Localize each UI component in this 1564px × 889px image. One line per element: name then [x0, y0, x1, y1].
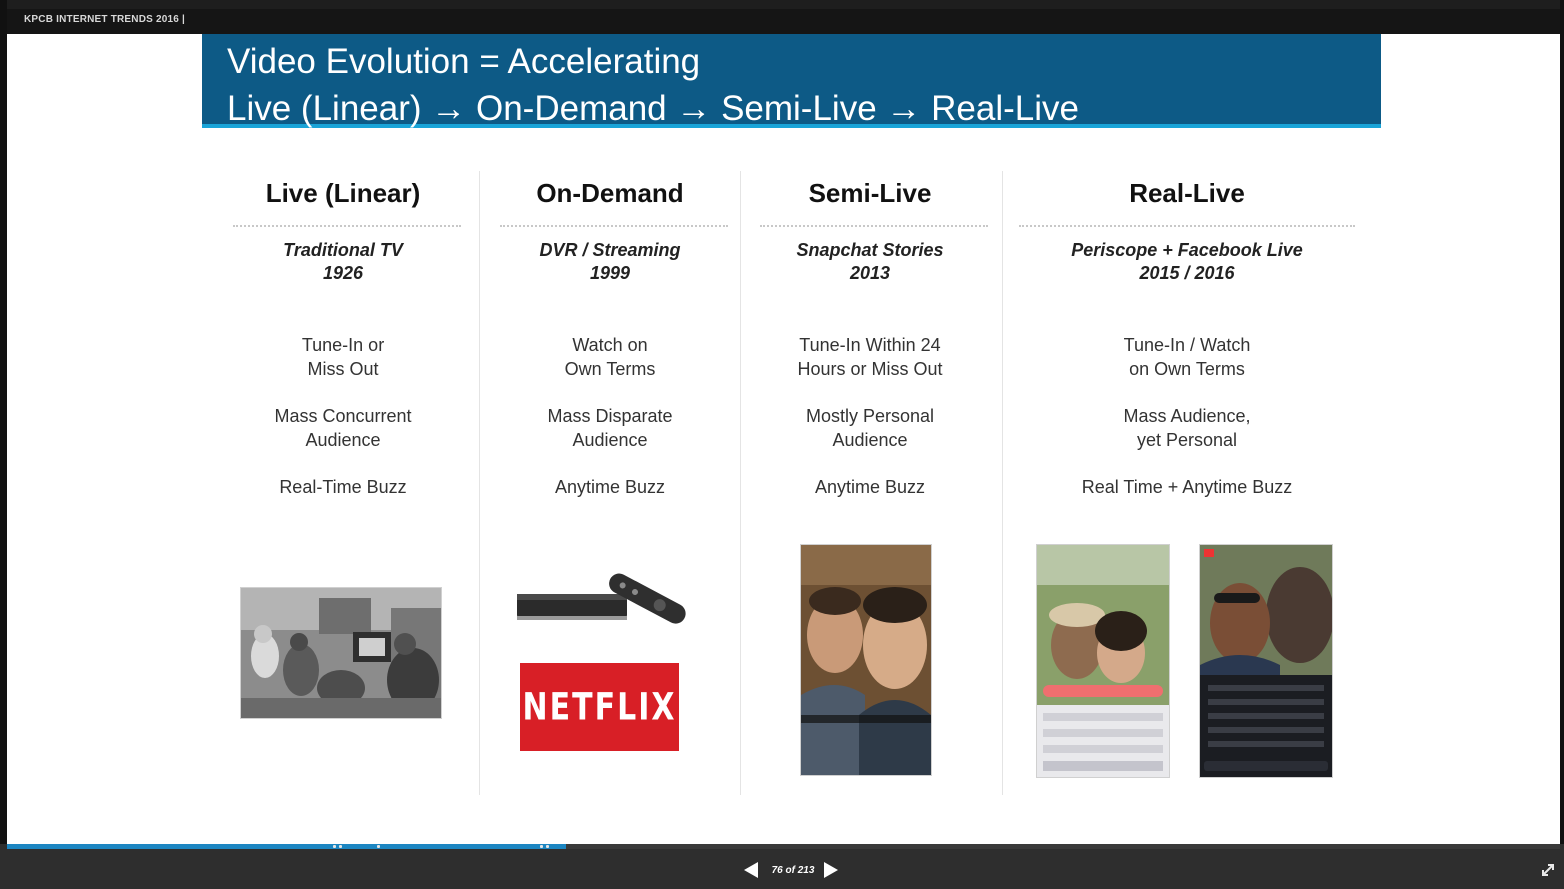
feature-1: Watch on Own Terms [500, 333, 720, 381]
feature-text: Audience [305, 430, 381, 450]
feature-2: Mostly Personal Audience [760, 404, 980, 452]
subhead-name: Periscope + Facebook Live [1071, 240, 1303, 260]
feature-text: Tune-In / Watch [1123, 335, 1251, 355]
slide-title: Video Evolution = Accelerating [227, 42, 701, 81]
feature-text: Audience [572, 430, 648, 450]
feature-text: Tune-In Within 24 [799, 335, 941, 355]
column-heading: On-Demand [536, 178, 684, 208]
brand-label: KPCB INTERNET TRENDS 2016 | [24, 14, 186, 25]
progress-marker[interactable] [540, 845, 543, 848]
column-subhead: DVR / Streaming 1999 [500, 239, 720, 285]
slide-subtitle: Live (Linear) → On-Demand → Semi-Live → … [227, 89, 1079, 128]
column-real-live: Real-Live Periscope + Facebook Live 2015… [1019, 164, 1355, 499]
viewer-top-bar: KPCB INTERNET TRENDS 2016 | [0, 0, 1564, 34]
right-edge [1560, 0, 1564, 889]
feature-text: Mass Disparate [547, 406, 673, 426]
top-strip [0, 0, 1564, 9]
column-heading: Semi-Live [808, 178, 932, 208]
dvr-box-photo [513, 564, 689, 634]
feature-1: Tune-In Within 24 Hours or Miss Out [760, 333, 980, 381]
feature-3: Real-Time Buzz [279, 477, 407, 497]
feature-text: Own Terms [564, 359, 656, 379]
feature-1: Tune-In / Watch on Own Terms [1019, 333, 1355, 381]
feature-text: yet Personal [1136, 430, 1238, 450]
dotted-rule [500, 225, 728, 227]
column-subhead: Traditional TV 1926 [233, 239, 453, 285]
feature-2: Mass Disparate Audience [500, 404, 720, 452]
feature-text: Tune-In or [301, 335, 385, 355]
vintage-tv-photo [240, 587, 442, 719]
feature-text: on Own Terms [1129, 359, 1245, 379]
column-heading: Live (Linear) [265, 178, 421, 208]
subhead-year: 1926 [322, 263, 364, 283]
netflix-logo: NETFLIX [520, 663, 679, 751]
feature-text: Mass Audience, [1123, 406, 1251, 426]
column-divider [1002, 171, 1003, 795]
subhead-name: DVR / Streaming [539, 240, 681, 260]
feature-text: Mostly Personal [805, 406, 935, 426]
dotted-rule [1019, 225, 1355, 227]
feature-text: Mass Concurrent [274, 406, 412, 426]
column-subhead: Snapchat Stories 2013 [760, 239, 980, 285]
periscope-screenshot [1036, 544, 1170, 778]
subhead-year: 2015 / 2016 [1139, 263, 1235, 283]
column-semi-live: Semi-Live Snapchat Stories 2013 Tune-In … [760, 164, 988, 499]
feature-2: Mass Concurrent Audience [233, 404, 453, 452]
feature-3: Real Time + Anytime Buzz [1081, 477, 1293, 497]
column-heading: Real-Live [1129, 178, 1245, 208]
feature-text: Miss Out [307, 359, 379, 379]
dotted-rule [233, 225, 461, 227]
subhead-year: 1999 [589, 263, 631, 283]
subhead-name: Snapchat Stories [796, 240, 944, 260]
dotted-rule [760, 225, 988, 227]
prev-slide-icon[interactable] [744, 862, 758, 878]
page-indicator: 76 of 213 [771, 865, 815, 876]
slide-canvas: Video Evolution = Accelerating Live (Lin… [7, 34, 1560, 844]
column-on-demand: On-Demand DVR / Streaming 1999 Watch on … [500, 164, 728, 499]
left-edge [0, 0, 7, 889]
feature-text: Hours or Miss Out [797, 359, 943, 379]
progress-bar[interactable] [7, 844, 1560, 849]
slide-pager: 76 of 213 [744, 862, 840, 882]
feature-1: Tune-In or Miss Out [233, 333, 453, 381]
subhead-name: Traditional TV [283, 240, 403, 260]
netflix-wordmark: NETFLIX [522, 685, 677, 729]
expand-icon[interactable] [1540, 862, 1556, 878]
progress-marker[interactable] [546, 845, 549, 848]
title-band: Video Evolution = Accelerating Live (Lin… [202, 34, 1381, 128]
progress-fill [7, 844, 567, 849]
subhead-year: 2013 [849, 263, 891, 283]
feature-text: Audience [832, 430, 908, 450]
progress-marker[interactable] [333, 845, 336, 848]
feature-3: Anytime Buzz [554, 477, 666, 497]
progress-marker[interactable] [377, 845, 380, 848]
feature-3: Anytime Buzz [814, 477, 926, 497]
column-live-linear: Live (Linear) Traditional TV 1926 Tune-I… [233, 164, 461, 499]
progress-marker[interactable] [339, 845, 342, 848]
column-divider [479, 171, 480, 795]
column-subhead: Periscope + Facebook Live 2015 / 2016 [1019, 239, 1355, 285]
feature-2: Mass Audience, yet Personal [1019, 404, 1355, 452]
next-slide-icon[interactable] [824, 862, 838, 878]
column-divider [740, 171, 741, 795]
feature-text: Watch on [572, 335, 648, 355]
snapchat-selfie-photo [800, 544, 932, 776]
facebook-live-screenshot [1199, 544, 1333, 778]
